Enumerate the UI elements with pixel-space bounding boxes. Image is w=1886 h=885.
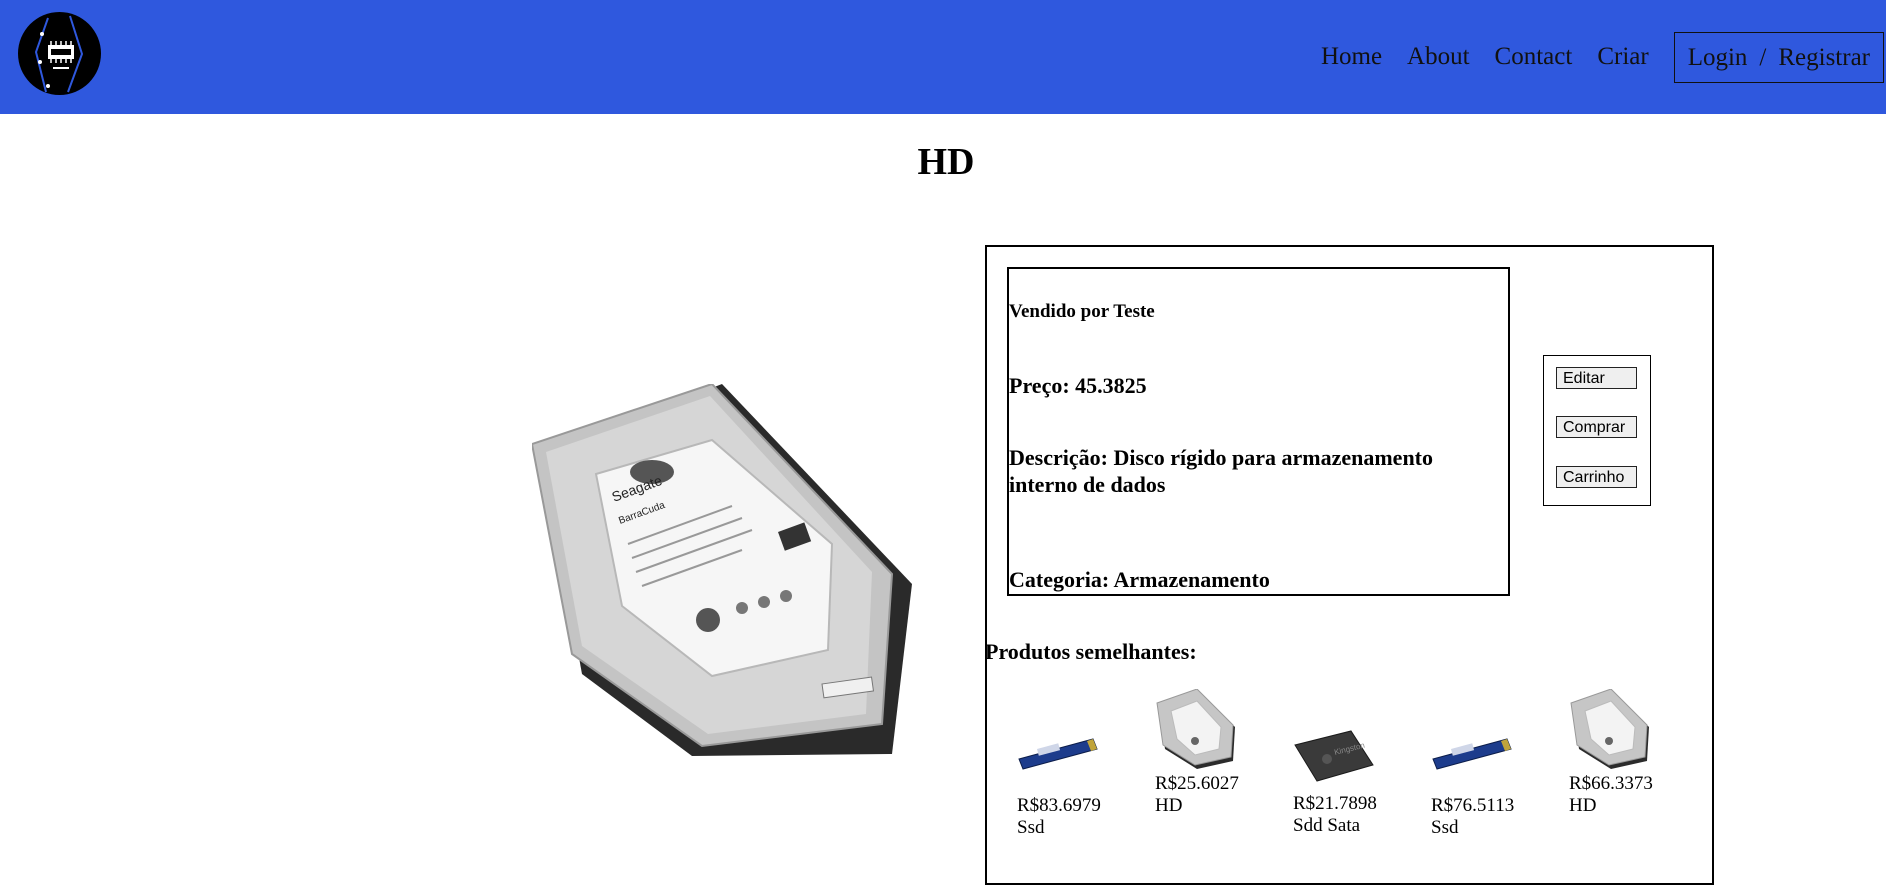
nvme-ssd-thumbnail[interactable] xyxy=(1431,719,1515,803)
similar-product-card[interactable]: Kingston R$21.7898 Sdd Sata xyxy=(1293,715,1393,837)
logo-icon[interactable] xyxy=(18,12,101,95)
similar-product-card[interactable]: R$66.3373 HD xyxy=(1569,688,1669,817)
similar-product-name: Sdd Sata xyxy=(1293,815,1361,836)
description-label: Descrição: Disco rígido para armazenamen… xyxy=(1009,445,1434,497)
similar-product-name: HD xyxy=(1155,795,1183,816)
similar-product-name: HD xyxy=(1569,795,1597,816)
price-label: Preço: 45.3825 xyxy=(1009,373,1147,398)
product-actions-box: Editar Comprar Carrinho xyxy=(1543,355,1651,506)
nav-about-link[interactable]: About xyxy=(1407,43,1470,71)
hard-drive-image: Seagate BarraCuda xyxy=(530,382,914,756)
main-nav: Home About Contact Criar Login / Registr… xyxy=(1296,0,1886,114)
category-label: Categoria: Armazenamento xyxy=(1009,567,1270,592)
sata-ssd-thumbnail[interactable]: Kingston xyxy=(1293,715,1377,799)
seller-label: Vendido por Teste xyxy=(1009,301,1155,322)
nav-home-link[interactable]: Home xyxy=(1321,43,1382,71)
edit-button[interactable]: Editar xyxy=(1556,367,1637,389)
register-link[interactable]: Registrar xyxy=(1778,44,1870,72)
nvme-ssd-thumbnail[interactable] xyxy=(1017,719,1101,803)
similar-product-name: Ssd xyxy=(1431,817,1459,838)
buy-button[interactable]: Comprar xyxy=(1556,416,1637,438)
similar-product-card[interactable]: R$25.6027 HD xyxy=(1155,688,1255,817)
similar-products-title: Produtos semelhantes: xyxy=(985,639,1197,664)
similar-product-card[interactable]: R$83.6979 Ssd xyxy=(1017,717,1117,839)
login-link[interactable]: Login xyxy=(1688,44,1748,72)
product-info-box: Vendido por Teste Preço: 45.3825 Descriç… xyxy=(1007,267,1510,596)
login-separator: / xyxy=(1759,43,1767,71)
similar-product-card[interactable]: R$76.5113 Ssd xyxy=(1431,717,1531,839)
cart-button[interactable]: Carrinho xyxy=(1556,466,1637,488)
page-title: HD xyxy=(917,141,975,183)
similar-product-price: R$25.6027 xyxy=(1155,773,1239,794)
nav-criar-link[interactable]: Criar xyxy=(1597,43,1648,71)
similar-product-name: Ssd xyxy=(1017,817,1045,838)
login-register-box: Login / Registrar xyxy=(1673,31,1884,83)
nav-contact-link[interactable]: Contact xyxy=(1495,43,1573,71)
similar-product-price: R$66.3373 xyxy=(1569,773,1653,794)
product-details-panel: Vendido por Teste Preço: 45.3825 Descriç… xyxy=(985,245,1714,885)
top-navbar: Home About Contact Criar Login / Registr… xyxy=(0,0,1886,114)
hard-drive-thumbnail[interactable] xyxy=(1155,688,1239,773)
hard-drive-thumbnail[interactable] xyxy=(1569,688,1653,773)
